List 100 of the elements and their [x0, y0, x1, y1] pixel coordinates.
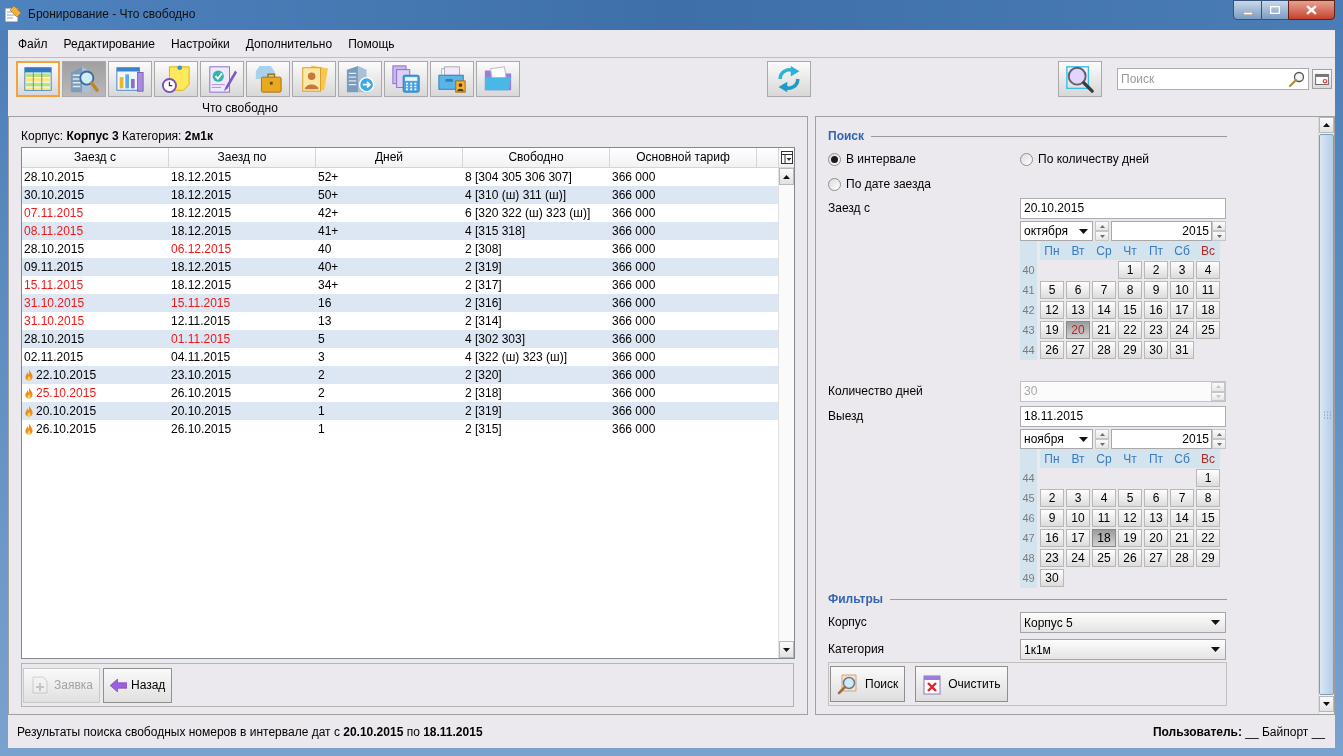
calendar-day[interactable]: 12 — [1118, 509, 1142, 527]
calendar-day[interactable]: 5 — [1040, 281, 1064, 299]
dropdown[interactable]: 1к1м — [1020, 639, 1226, 660]
year-field[interactable]: 2015 — [1111, 429, 1212, 449]
calendar-day[interactable]: 21 — [1170, 529, 1194, 547]
table-row[interactable]: 09.11.2015 18.12.2015 40+ 2 [319] 366 000 — [22, 258, 778, 276]
calendar-day[interactable]: 16 — [1040, 529, 1064, 547]
scroll-up-button[interactable] — [1319, 117, 1334, 133]
action-button[interactable]: Назад — [103, 667, 173, 703]
maximize-button[interactable] — [1262, 0, 1288, 20]
column-header[interactable]: Дней — [316, 148, 463, 167]
table-row[interactable]: 31.10.2015 15.11.2015 16 2 [316] 366 000 — [22, 294, 778, 312]
calendar-day[interactable]: 9 — [1040, 509, 1064, 527]
calendar-day[interactable]: 1 — [1118, 261, 1142, 279]
calendar-day[interactable]: 28 — [1092, 341, 1116, 359]
column-header[interactable]: Заезд по — [169, 148, 316, 167]
calendar-day[interactable]: 7 — [1092, 281, 1116, 299]
column-header[interactable]: Свободно — [463, 148, 610, 167]
radio-button[interactable]: В интервале — [828, 150, 1020, 168]
calendar-day[interactable]: 30 — [1040, 569, 1064, 587]
calendar-day[interactable]: 7 — [1170, 489, 1194, 507]
calendar-day[interactable]: 5 — [1118, 489, 1142, 507]
radio-button[interactable]: По количеству дней — [1020, 150, 1149, 168]
calendar-day[interactable]: 13 — [1066, 301, 1090, 319]
calendar-day[interactable]: 26 — [1118, 549, 1142, 567]
month-dropdown[interactable]: октября — [1020, 221, 1093, 241]
calendar-day[interactable]: 22 — [1196, 529, 1220, 547]
calendar-day[interactable]: 30 — [1144, 341, 1168, 359]
calendar-day[interactable]: 2 — [1040, 489, 1064, 507]
calendar-day[interactable]: 8 — [1196, 489, 1220, 507]
toolbar-button[interactable] — [476, 61, 520, 97]
toolbar-button[interactable] — [108, 61, 152, 97]
calendar-day[interactable]: 13 — [1144, 509, 1168, 527]
calendar-day[interactable]: 27 — [1066, 341, 1090, 359]
year-field[interactable]: 2015 — [1111, 221, 1212, 241]
refresh-button[interactable] — [767, 61, 811, 97]
calendar-day[interactable]: 11 — [1196, 281, 1220, 299]
menu-item[interactable]: Помощь — [348, 35, 395, 52]
menu-item[interactable]: Дополнительно — [245, 35, 333, 52]
table-row[interactable]: 30.10.2015 18.12.2015 50+ 4 [310 (ш) 311 (ш)] 366 000 — [22, 186, 778, 204]
calendar-day[interactable]: 16 — [1144, 301, 1168, 319]
calendar-day[interactable]: 18 — [1196, 301, 1220, 319]
calendar-day[interactable]: 10 — [1066, 509, 1090, 527]
calendar-day[interactable]: 28 — [1170, 549, 1194, 567]
calendar-day[interactable]: 24 — [1170, 321, 1194, 339]
panel-button[interactable]: Поиск — [830, 666, 906, 702]
scroll-down-button[interactable] — [1319, 696, 1334, 712]
calendar-day[interactable]: 6 — [1144, 489, 1168, 507]
spin-up-button[interactable] — [1212, 429, 1226, 439]
calendar-day[interactable]: 6 — [1066, 281, 1090, 299]
calendar-day[interactable]: 27 — [1144, 549, 1168, 567]
calendar-day[interactable]: 8 — [1118, 281, 1142, 299]
calendar-day[interactable]: 9 — [1144, 281, 1168, 299]
table-row[interactable]: 28.10.2015 01.11.2015 5 4 [302 303] 366 000 — [22, 330, 778, 348]
calendar-day[interactable]: 11 — [1092, 509, 1116, 527]
calendar-day[interactable]: 15 — [1196, 509, 1220, 527]
calendar-day[interactable]: 3 — [1170, 261, 1194, 279]
search-button[interactable] — [1058, 61, 1102, 97]
calendar-day[interactable]: 14 — [1092, 301, 1116, 319]
calendar-day[interactable]: 23 — [1144, 321, 1168, 339]
spin-down-button[interactable] — [1095, 439, 1109, 449]
toolbar-button[interactable] — [292, 61, 336, 97]
table-row[interactable]: 08.11.2015 18.12.2015 41+ 4 [315 318] 366 000 — [22, 222, 778, 240]
calendar-day[interactable]: 25 — [1196, 321, 1220, 339]
panel-button[interactable]: Очистить — [915, 666, 1008, 702]
column-header[interactable]: Основной тариф — [610, 148, 757, 167]
minimize-button[interactable] — [1233, 0, 1262, 20]
calendar-day[interactable]: 23 — [1040, 549, 1064, 567]
calendar-day[interactable]: 21 — [1092, 321, 1116, 339]
calendar-day[interactable]: 14 — [1170, 509, 1194, 527]
spin-up-button[interactable] — [1095, 221, 1109, 231]
calendar-day[interactable]: 15 — [1118, 301, 1142, 319]
toolbar-button[interactable] — [200, 61, 244, 97]
window-button[interactable] — [1312, 69, 1332, 89]
calendar-day[interactable]: 1 — [1196, 469, 1220, 487]
menu-item[interactable]: Редактирование — [63, 35, 155, 52]
calendar-day[interactable]: 19 — [1118, 529, 1142, 547]
month-dropdown[interactable]: ноября — [1020, 429, 1093, 449]
radio-button[interactable]: По дате заезда — [828, 175, 931, 193]
calendar-day[interactable]: 26 — [1040, 341, 1064, 359]
scroll-up-button[interactable] — [779, 168, 794, 185]
spin-down-button[interactable] — [1212, 231, 1226, 241]
calendar-day[interactable]: 10 — [1170, 281, 1194, 299]
calendar-day[interactable]: 25 — [1092, 549, 1116, 567]
calendar-day[interactable]: 29 — [1196, 549, 1220, 567]
toolbar-button[interactable] — [338, 61, 382, 97]
toolbar-button[interactable] — [16, 61, 60, 97]
calendar-day[interactable]: 2 — [1144, 261, 1168, 279]
dropdown[interactable]: Корпус 5 — [1020, 612, 1226, 633]
spin-down-button[interactable] — [1095, 231, 1109, 241]
close-button[interactable] — [1288, 0, 1335, 20]
toolbar-button[interactable] — [154, 61, 198, 97]
calendar-day[interactable]: 20 — [1144, 529, 1168, 547]
calendar-day[interactable]: 4 — [1092, 489, 1116, 507]
calendar-day[interactable]: 31 — [1170, 341, 1194, 359]
calendar-day[interactable]: 17 — [1170, 301, 1194, 319]
spin-up-button[interactable] — [1212, 221, 1226, 231]
spin-down-button[interactable] — [1212, 439, 1226, 449]
calendar-day[interactable]: 19 — [1040, 321, 1064, 339]
calendar-day[interactable]: 22 — [1118, 321, 1142, 339]
